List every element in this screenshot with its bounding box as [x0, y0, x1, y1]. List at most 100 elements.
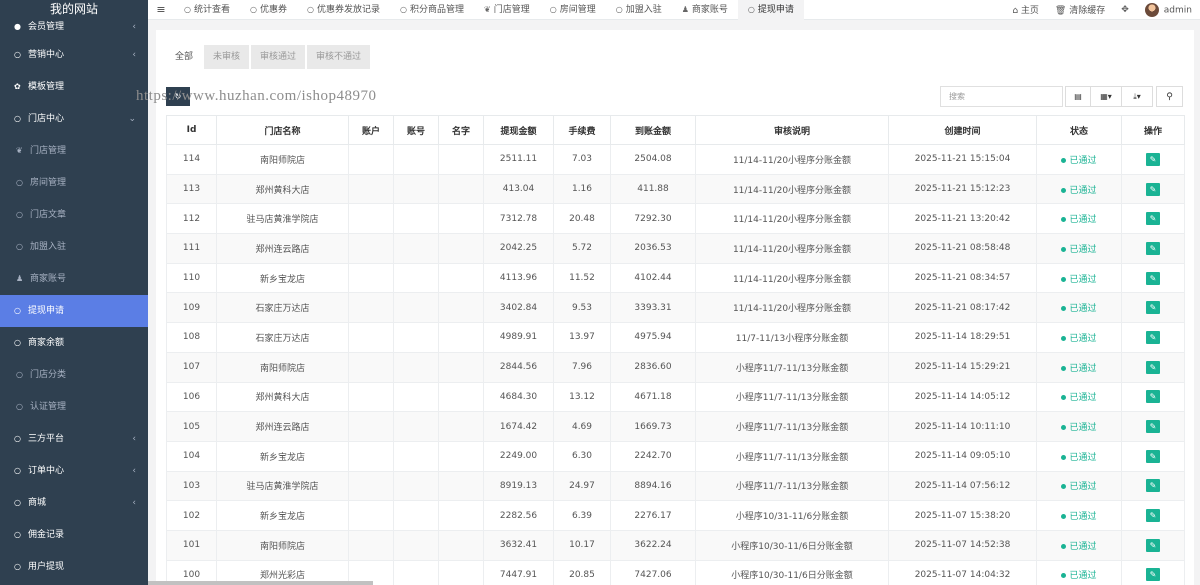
- search-input[interactable]: [940, 86, 1063, 107]
- edit-button[interactable]: ✎: [1146, 360, 1160, 374]
- tab-0[interactable]: ○ 统计查看: [174, 0, 240, 20]
- fullscreen-button[interactable]: ✥: [1113, 5, 1137, 15]
- column-header[interactable]: 到账金额: [610, 115, 696, 145]
- edit-button[interactable]: ✎: [1146, 449, 1160, 463]
- sidebar-item-7[interactable]: ○ 加盟入驻: [0, 231, 148, 263]
- column-header[interactable]: 账号: [393, 115, 439, 145]
- tab-5[interactable]: ○ 房间管理: [540, 0, 606, 20]
- sidebar-item-8[interactable]: ♟ 商家账号: [0, 263, 148, 295]
- status-dot-icon: [1061, 454, 1067, 460]
- cell-empty: [438, 262, 484, 294]
- status-badge: 已通过: [1061, 156, 1097, 166]
- toggle-view-button[interactable]: ▤: [1065, 86, 1091, 107]
- sidebar-item-14[interactable]: ○ 订单中心 ‹: [0, 455, 148, 487]
- cell-store: 郑州黄科大店: [216, 381, 349, 413]
- cell-store: 南阳师院店: [216, 144, 349, 175]
- sidebar-item-2[interactable]: ✿ 模板管理: [0, 71, 148, 103]
- column-header[interactable]: 创建时间: [888, 115, 1037, 145]
- sidebar-item-10[interactable]: ○ 商家余额: [0, 327, 148, 359]
- sidebar-item-11[interactable]: ○ 门店分类: [0, 359, 148, 391]
- column-header[interactable]: 账户: [348, 115, 394, 145]
- cell-time: 2025-11-14 18:29:51: [888, 322, 1037, 353]
- columns-button[interactable]: ▦▾: [1090, 86, 1122, 107]
- sidebar-item-12[interactable]: ○ 认证管理: [0, 391, 148, 423]
- cell-empty: [348, 203, 394, 235]
- column-header[interactable]: 操作: [1121, 115, 1185, 145]
- tab-1[interactable]: ○ 优惠券: [240, 0, 297, 20]
- tab-4[interactable]: ❦ 门店管理: [474, 0, 540, 20]
- tab-8[interactable]: ○ 提现申请: [737, 0, 804, 20]
- circle-icon: ○: [250, 4, 257, 14]
- cell-actions: ✎: [1121, 470, 1185, 502]
- column-header[interactable]: 门店名称: [216, 115, 349, 145]
- tab-6[interactable]: ○ 加盟入驻: [606, 0, 672, 20]
- horizontal-scrollbar[interactable]: [148, 581, 373, 585]
- pencil-icon: ✎: [1149, 154, 1157, 164]
- cell-actions: ✎: [1121, 440, 1185, 472]
- search-button[interactable]: ⚲: [1156, 86, 1183, 107]
- circle-icon: ○: [16, 210, 23, 219]
- column-header[interactable]: 状态: [1036, 115, 1122, 145]
- sidebar-item-9[interactable]: ○ 提现申请: [0, 295, 148, 327]
- sidebar-item-17[interactable]: ○ 用户提现: [0, 551, 148, 583]
- sidebar-item-6[interactable]: ○ 门店文章: [0, 199, 148, 231]
- table-row: 108 石家庄万达店 4989.91 13.97 4975.94 11/7-11/13小程…: [166, 322, 1185, 353]
- tab-7[interactable]: ♟ 商家账号: [672, 0, 738, 20]
- cell-received: 4975.94: [610, 322, 696, 353]
- menu-toggle-icon[interactable]: ≡: [148, 3, 174, 16]
- tab-2[interactable]: ○ 优惠券发放记录: [297, 0, 390, 20]
- sidebar-item-16[interactable]: ○ 佣金记录: [0, 519, 148, 551]
- edit-button[interactable]: ✎: [1146, 241, 1160, 255]
- status-badge: 已通过: [1061, 215, 1097, 225]
- sidebar-item-0[interactable]: ● 会员管理 ‹: [0, 17, 148, 39]
- tab-3[interactable]: ○ 积分商品管理: [390, 0, 474, 20]
- edit-button[interactable]: ✎: [1146, 479, 1160, 493]
- cell-empty: [393, 559, 439, 585]
- column-header[interactable]: 手续费: [553, 115, 611, 145]
- edit-button[interactable]: ✎: [1146, 390, 1160, 404]
- cell-empty: [348, 529, 394, 561]
- edit-button[interactable]: ✎: [1146, 301, 1160, 315]
- column-header[interactable]: Id: [166, 115, 217, 145]
- column-header[interactable]: 提现金额: [483, 115, 554, 145]
- sidebar-item-13[interactable]: ○ 三方平台 ‹: [0, 423, 148, 455]
- cell-fee: 13.97: [553, 322, 611, 353]
- column-header[interactable]: 审核说明: [695, 115, 889, 145]
- cell-id: 104: [166, 440, 217, 472]
- cell-time: 2025-11-14 14:05:12: [888, 381, 1037, 413]
- sidebar-item-3[interactable]: ○ 门店中心 ⌄: [0, 103, 148, 135]
- filter-tab-0[interactable]: 全部: [166, 45, 203, 69]
- clear-cache-link[interactable]: 🗑 清除缓存: [1047, 3, 1113, 16]
- cell-empty: [438, 381, 484, 413]
- edit-button[interactable]: ✎: [1146, 420, 1160, 434]
- sidebar-item-5[interactable]: ○ 房间管理: [0, 167, 148, 199]
- cell-id: 102: [166, 500, 217, 531]
- pencil-icon: ✎: [1149, 243, 1157, 253]
- edit-button[interactable]: ✎: [1146, 152, 1160, 166]
- filter-tab-3[interactable]: 审核不通过: [307, 45, 371, 69]
- edit-button[interactable]: ✎: [1146, 182, 1160, 196]
- user-menu[interactable]: admin: [1137, 2, 1200, 17]
- sidebar-item-4[interactable]: ❦ 门店管理: [0, 135, 148, 167]
- edit-button[interactable]: ✎: [1146, 509, 1160, 523]
- export-button[interactable]: ⤓▾: [1121, 86, 1153, 107]
- pencil-icon: ✎: [1149, 362, 1157, 372]
- cell-store: 新乡宝龙店: [216, 440, 349, 472]
- filter-tab-2[interactable]: 审核通过: [251, 45, 306, 69]
- sidebar-item-1[interactable]: ○ 营销中心 ‹: [0, 39, 148, 71]
- cell-fee: 6.39: [553, 500, 611, 531]
- edit-button[interactable]: ✎: [1146, 568, 1160, 582]
- edit-button[interactable]: ✎: [1146, 330, 1160, 344]
- cell-empty: [393, 440, 439, 472]
- sidebar-item-15[interactable]: ○ 商城 ‹: [0, 487, 148, 519]
- circle-icon: ○: [14, 306, 21, 315]
- edit-button[interactable]: ✎: [1146, 538, 1160, 552]
- sidebar-item-label: 商城: [28, 498, 47, 508]
- edit-button[interactable]: ✎: [1146, 212, 1160, 226]
- filter-tab-1[interactable]: 未审核: [204, 45, 250, 69]
- edit-button[interactable]: ✎: [1146, 271, 1160, 285]
- cell-store: 新乡宝龙店: [216, 500, 349, 531]
- home-link[interactable]: ⌂ 主页: [1004, 3, 1047, 16]
- column-header[interactable]: 名字: [438, 115, 484, 145]
- sidebar-item-label: 提现申请: [28, 306, 65, 316]
